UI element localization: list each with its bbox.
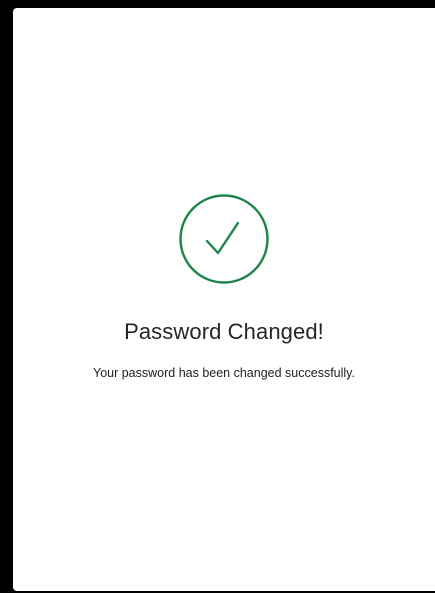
- success-message: Your password has been changed successfu…: [93, 366, 355, 380]
- success-title: Password Changed!: [124, 319, 324, 344]
- success-content: Password Changed! Your password has been…: [13, 193, 435, 381]
- success-card: Password Changed! Your password has been…: [13, 8, 435, 591]
- check-circle-icon: [179, 194, 269, 284]
